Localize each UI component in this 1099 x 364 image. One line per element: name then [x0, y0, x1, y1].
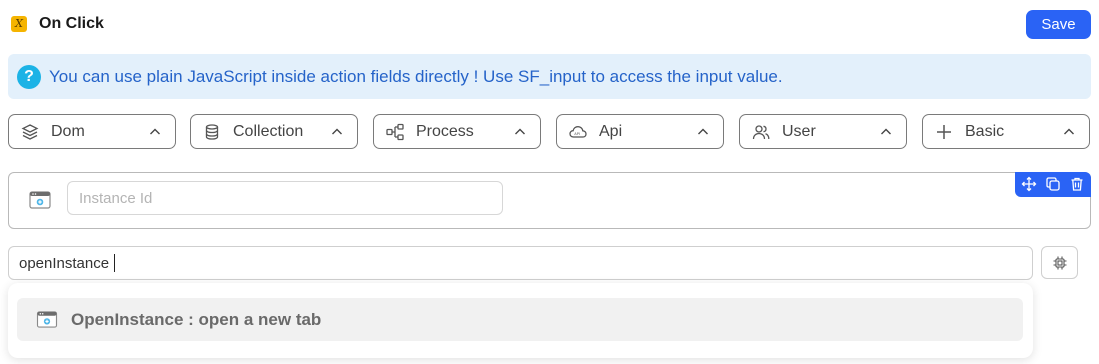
move-icon[interactable]	[1021, 176, 1037, 192]
chevron-up-icon	[698, 128, 708, 135]
suggestion-label: OpenInstance : open a new tab	[71, 310, 322, 329]
plus-icon	[937, 125, 951, 139]
category-label: Dom	[51, 123, 85, 140]
suggestion-dropdown: OpenInstance : open a new tab	[8, 283, 1033, 358]
category-dom[interactable]: Dom	[8, 114, 176, 149]
save-button[interactable]: Save	[1026, 10, 1091, 39]
copy-icon[interactable]	[1045, 176, 1061, 192]
app-logo: X	[11, 16, 27, 32]
users-icon	[752, 125, 770, 140]
category-label: Api	[599, 123, 623, 140]
category-basic[interactable]: Basic	[922, 114, 1090, 149]
page-title: On Click	[39, 15, 104, 32]
category-label: Collection	[233, 123, 304, 140]
chip-icon	[1053, 256, 1067, 270]
chevron-up-icon	[150, 128, 160, 135]
chevron-up-icon	[515, 128, 525, 135]
action-search-input[interactable]	[8, 246, 1033, 280]
workflow-icon	[386, 123, 404, 141]
question-icon: ?	[17, 65, 41, 89]
category-label: Basic	[965, 123, 1005, 140]
svg-text:API: API	[574, 132, 580, 136]
chevron-up-icon	[881, 128, 891, 135]
header: X On Click Save	[8, 10, 1091, 40]
layers-icon	[21, 124, 39, 140]
chevron-up-icon	[332, 128, 342, 135]
instance-id-input[interactable]	[67, 181, 503, 215]
suggestion-item[interactable]: OpenInstance : open a new tab	[17, 298, 1023, 341]
text-caret	[114, 254, 115, 272]
info-banner: ? You can use plain JavaScript inside ac…	[8, 54, 1091, 99]
action-card	[8, 172, 1091, 229]
cloud-api-icon: API	[569, 126, 587, 138]
database-icon	[205, 124, 219, 140]
card-toolbar	[1015, 172, 1091, 197]
category-api[interactable]: API Api	[556, 114, 724, 149]
info-text: You can use plain JavaScript inside acti…	[49, 67, 783, 86]
trash-icon[interactable]	[1069, 176, 1085, 192]
browser-tab-icon	[36, 311, 58, 328]
category-label: Process	[416, 123, 474, 140]
chevron-up-icon	[1064, 128, 1074, 135]
browser-tab-icon	[29, 191, 51, 209]
category-label: User	[782, 123, 816, 140]
category-process[interactable]: Process	[373, 114, 541, 149]
chip-button[interactable]	[1041, 246, 1078, 279]
category-collection[interactable]: Collection	[190, 114, 358, 149]
category-user[interactable]: User	[739, 114, 907, 149]
